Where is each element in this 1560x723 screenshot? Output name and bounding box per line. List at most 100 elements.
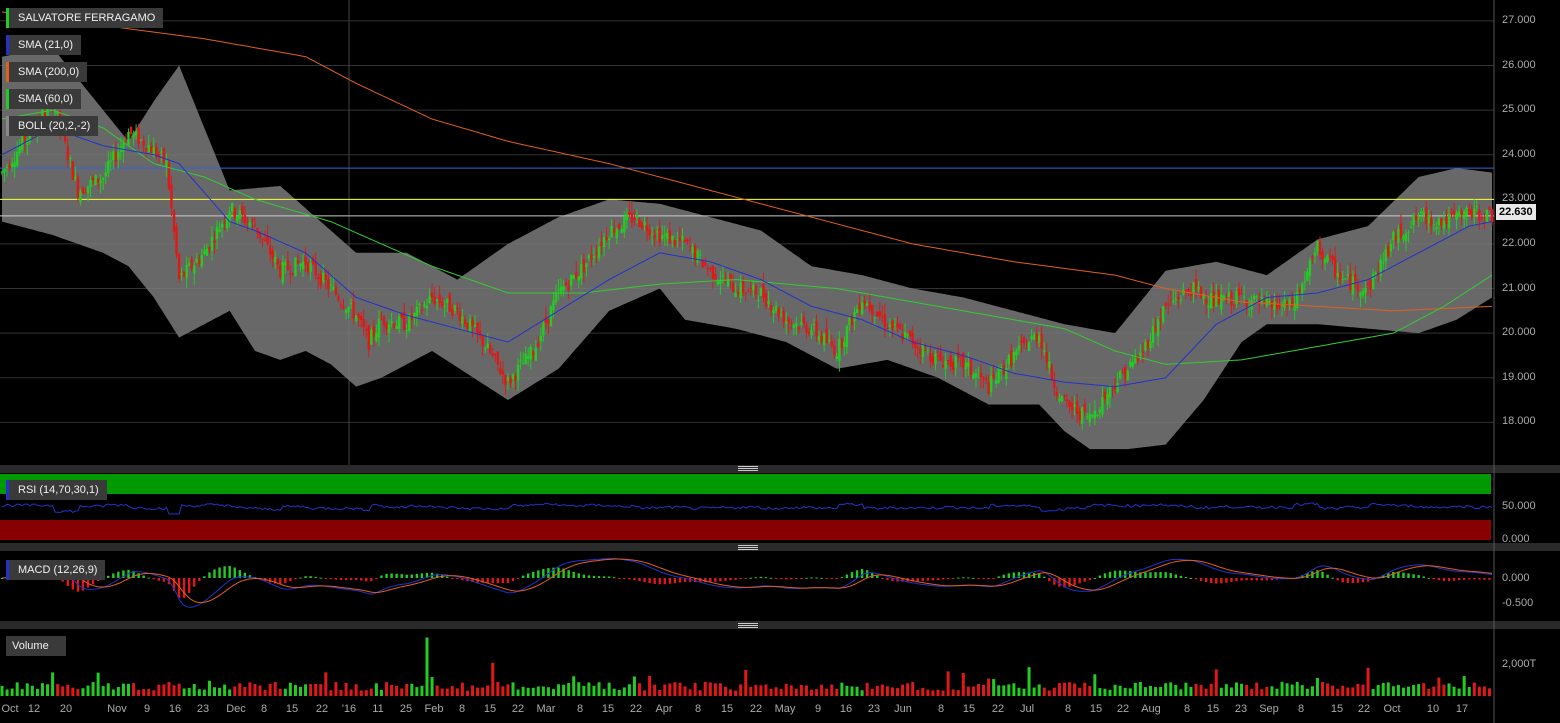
legend-instrument[interactable]: SALVATORE FERRAGAMO	[6, 8, 164, 28]
date-axis-tick: 22	[1116, 703, 1130, 715]
candle-body	[906, 333, 909, 336]
candle-body	[1159, 318, 1162, 321]
macd-histogram-bar	[764, 577, 768, 579]
candle-body	[653, 234, 656, 238]
volume-bar	[845, 685, 849, 696]
volume-label[interactable]: Volume	[6, 636, 66, 656]
volume-bar	[354, 684, 358, 696]
volume-bar	[632, 676, 636, 696]
macd-histogram-bar	[1108, 571, 1112, 578]
legend-sma60[interactable]: SMA (60,0)	[6, 89, 82, 109]
candle-body	[1470, 209, 1473, 218]
candle-body	[1075, 401, 1079, 414]
volume-bar	[612, 688, 616, 696]
candle-body	[263, 239, 267, 241]
candle-body	[1184, 290, 1188, 292]
candle-body	[367, 325, 371, 350]
candle-body	[405, 330, 408, 332]
candle-body	[1242, 296, 1246, 298]
candle-body	[805, 324, 808, 333]
candle-body	[607, 238, 611, 241]
candle-body	[600, 242, 603, 246]
candle-body	[322, 272, 325, 282]
candle-body	[309, 263, 312, 272]
macd-histogram-bar	[233, 567, 236, 578]
pane-resize-handle[interactable]	[738, 466, 758, 471]
macd-histogram-bar	[415, 573, 419, 578]
volume-bar	[212, 687, 216, 696]
volume-bar	[1184, 682, 1188, 696]
candle-body	[969, 359, 973, 375]
candle-body	[433, 296, 436, 304]
candle-body	[817, 336, 821, 341]
candle-body	[1194, 278, 1198, 290]
candle-body	[838, 339, 841, 361]
candle-body	[1331, 256, 1334, 260]
legend-boll[interactable]: BOLL (20,2,-2)	[6, 116, 99, 136]
candle-body	[1058, 398, 1061, 402]
macd-histogram-bar	[1331, 577, 1334, 579]
macd-histogram-bar	[451, 578, 454, 579]
volume-bar	[1447, 683, 1451, 696]
pane-resize-handle[interactable]	[738, 545, 758, 550]
candle-body	[210, 236, 214, 251]
candle-body	[605, 237, 608, 240]
candle-body	[1086, 416, 1089, 418]
candle-body	[592, 256, 596, 258]
candle-body	[1005, 367, 1008, 379]
candle-body	[939, 351, 942, 361]
macd-histogram-bar	[1179, 575, 1183, 578]
volume-bar	[1396, 684, 1400, 696]
volume-bar	[926, 689, 930, 696]
candle-body	[395, 325, 398, 329]
date-axis-tick: Jul	[1019, 703, 1035, 715]
macd-label[interactable]: MACD (12,26,9)	[6, 560, 106, 580]
candle-body	[1389, 244, 1393, 252]
candle-body	[1303, 281, 1307, 283]
date-axis-tick: Dec	[226, 703, 246, 715]
candle-body	[286, 260, 290, 270]
candle-body	[810, 330, 813, 336]
legend-sma200[interactable]: SMA (200,0)	[6, 62, 88, 82]
macd-histogram-bar	[618, 578, 621, 579]
macd-histogram-bar	[1189, 577, 1193, 579]
macd-histogram-bar	[1159, 572, 1162, 578]
candle-body	[557, 289, 560, 291]
candle-body	[387, 324, 391, 333]
volume-bar	[46, 684, 50, 696]
rsi-label[interactable]: RSI (14,70,30,1)	[6, 480, 107, 500]
candle-body	[279, 265, 282, 278]
candle-body	[729, 273, 732, 280]
macd-histogram-bar	[344, 578, 348, 581]
volume-bar	[167, 681, 171, 696]
volume-bar	[1386, 682, 1390, 696]
volume-bar	[526, 687, 530, 696]
macd-histogram-bar	[193, 578, 196, 587]
volume-bar	[587, 682, 591, 696]
candle-body	[1121, 372, 1124, 374]
macd-histogram-bar	[1250, 578, 1253, 581]
chart-canvas[interactable]	[0, 0, 1560, 723]
volume-bar	[228, 689, 232, 696]
date-axis-tick: 8	[937, 703, 945, 715]
macd-histogram-bar	[987, 578, 990, 580]
legend-sma21[interactable]: SMA (21,0)	[6, 35, 82, 55]
candle-body	[514, 375, 517, 381]
candle-body	[782, 310, 785, 323]
date-axis-tick: Mar	[536, 703, 556, 715]
macd-histogram-bar	[962, 577, 965, 579]
volume-bar	[71, 687, 75, 696]
candle-body	[785, 321, 788, 324]
volume-bar	[86, 685, 90, 696]
candle-body	[435, 299, 439, 302]
candle-body	[0, 171, 4, 173]
macd-histogram-bar	[800, 578, 803, 579]
pane-resize-handle[interactable]	[738, 623, 758, 628]
candle-body	[521, 363, 525, 365]
candle-body	[1177, 296, 1180, 300]
candle-body	[833, 345, 836, 356]
candle-body	[349, 302, 353, 304]
volume-bar	[1073, 683, 1077, 696]
candle-body	[1402, 236, 1405, 240]
volume-bar	[1295, 681, 1299, 696]
